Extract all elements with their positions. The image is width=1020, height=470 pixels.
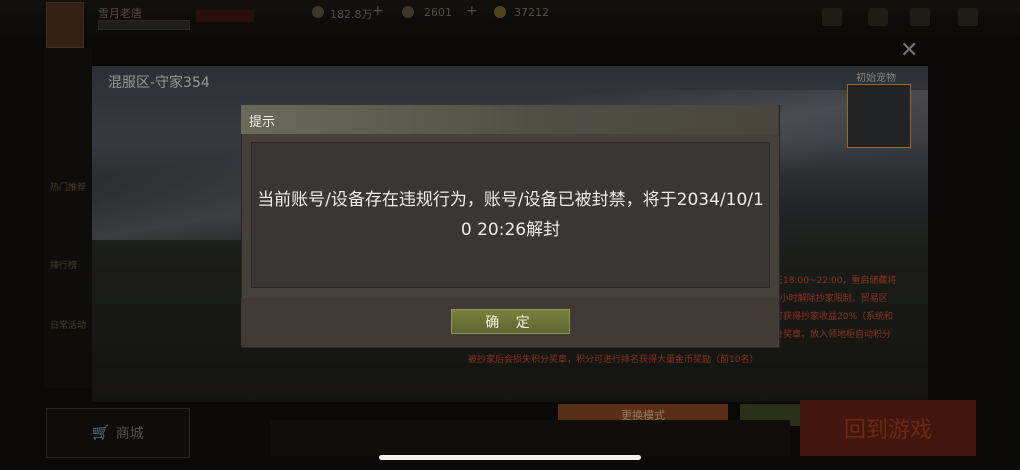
home-indicator[interactable] [379,455,641,460]
dialog-message: 当前账号/设备存在违规行为，账号/设备已被封禁，将于2034/10/10 20:… [257,190,764,240]
dialog-header [241,105,778,134]
ok-button[interactable]: 确 定 [451,309,570,334]
dialog-title: 提示 [249,115,276,130]
dialog-message-box: 当前账号/设备存在违规行为，账号/设备已被封禁，将于2034/10/10 20:… [251,142,770,288]
